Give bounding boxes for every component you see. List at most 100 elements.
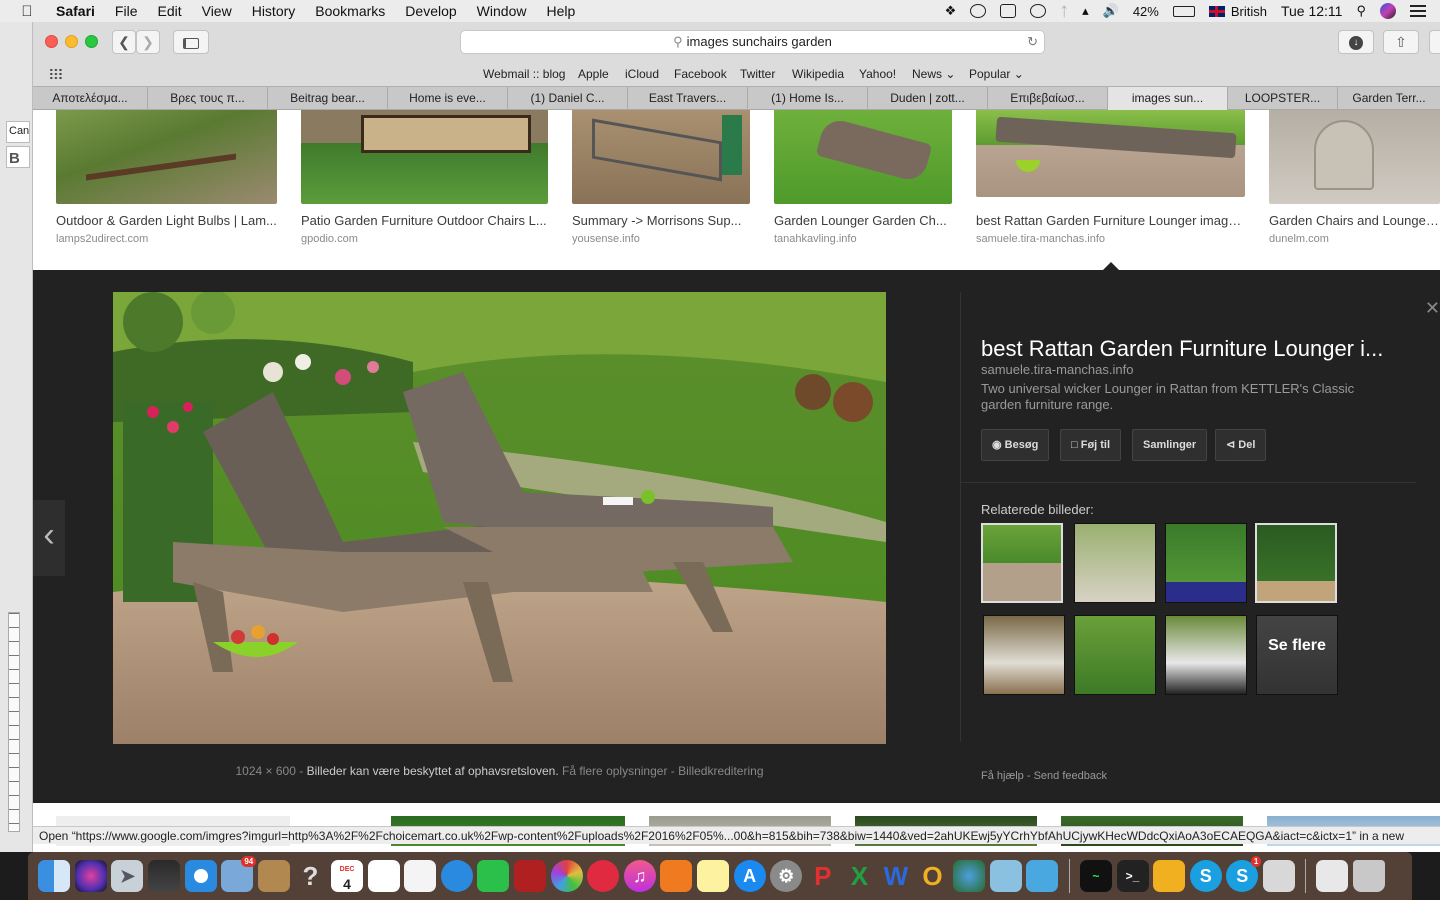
launchpad-icon[interactable]: ➤ [111,860,144,892]
result-title[interactable]: best Rattan Garden Furniture Lounger ima… [976,213,1245,228]
panel-source[interactable]: samuele.tira-manchas.info [981,362,1133,377]
menu-bookmarks[interactable]: Bookmarks [305,3,395,19]
result-image[interactable] [1269,110,1440,204]
tab-10-active[interactable]: images sun... [1108,87,1228,110]
more-info-link[interactable]: Få flere oplysninger [562,764,667,778]
help-link[interactable]: Få hjælp [981,770,1024,782]
see-more-related[interactable]: Se flere [1256,615,1338,695]
photo-booth-icon[interactable] [514,860,547,892]
music-icon[interactable]: ♫ [623,860,656,892]
close-window-button[interactable] [45,35,58,48]
terminal-icon[interactable]: >_ [1116,860,1149,892]
mail-icon[interactable]: 94 [221,856,257,892]
result-title[interactable]: Patio Garden Furniture Outdoor Chairs L.… [301,213,548,228]
dropbox-icon[interactable]: ❖ [945,3,957,19]
address-bar[interactable]: ⚲ images sunchairs garden ↻ [460,30,1045,54]
tab-7[interactable]: (1) Home Is... [748,87,868,110]
top-sites-grid-icon[interactable] [49,68,63,80]
tab-11[interactable]: LOOPSTER... [1228,87,1338,110]
favorite-icloud[interactable]: iCloud [625,67,659,81]
siri-icon[interactable] [1380,3,1396,19]
result-card[interactable]: Summary -> Morrisons Sup... yousense.inf… [572,110,750,245]
menu-help[interactable]: Help [536,3,585,19]
downloads-stack-icon[interactable] [1316,860,1349,892]
spotlight-search-icon[interactable]: ⚲ [1356,3,1366,19]
result-card[interactable]: Garden Chairs and Lounger... dunelm.com [1269,110,1440,245]
favorite-news-folder[interactable]: News ⌄ [912,67,955,81]
zoom-window-button[interactable] [85,35,98,48]
tab-4[interactable]: Home is eve... [388,87,508,110]
contacts-icon[interactable] [257,860,290,892]
app-store-icon[interactable]: A [733,860,766,892]
preview-icon[interactable] [989,860,1022,892]
powerpoint-icon[interactable]: P [807,860,839,892]
forward-button[interactable]: ❯ [136,30,160,54]
save-button[interactable]: □ Føj til [1060,429,1122,461]
close-panel-icon[interactable]: ✕ [1425,298,1440,319]
bluetooth-icon[interactable]: ᛏ [1060,4,1068,19]
outlook-icon[interactable]: O [917,860,949,892]
reminders-icon[interactable] [404,860,437,892]
tab-2[interactable]: Βρες τους π... [148,87,268,110]
new-tab-button[interactable] [1429,30,1440,54]
tab-8[interactable]: Duden | zott... [868,87,988,110]
favorite-yahoo[interactable]: Yahoo! [859,67,896,81]
favorite-wikipedia[interactable]: Wikipedia [792,67,844,81]
skype-icon[interactable]: S [1189,860,1222,892]
related-image[interactable] [1255,523,1337,603]
tab-12[interactable]: Garden Terr... [1338,87,1440,110]
reload-icon[interactable]: ↻ [1027,31,1038,53]
favorite-twitter[interactable]: Twitter [740,67,775,81]
menu-app-name[interactable]: Safari [46,3,105,19]
tab-1[interactable]: Αποτελέσμα... [33,87,148,110]
activity-monitor-icon[interactable]: ~ [1079,860,1112,892]
messages-blue-icon[interactable] [440,860,473,892]
result-title[interactable]: Summary -> Morrisons Sup... [572,213,750,228]
photos-app-icon[interactable] [367,860,400,892]
clock[interactable]: Tue 12:11 [1281,3,1343,19]
menu-develop[interactable]: Develop [395,3,466,19]
menu-edit[interactable]: Edit [147,3,191,19]
result-image[interactable] [56,110,277,204]
background-bold-button[interactable]: B [6,146,30,168]
excel-icon[interactable]: X [843,860,875,892]
minimize-window-button[interactable] [65,35,78,48]
result-card[interactable]: Patio Garden Furniture Outdoor Chairs L.… [301,110,548,245]
favorite-apple[interactable]: Apple [578,67,609,81]
window-status-icon[interactable] [1000,4,1017,18]
checkmark-status-icon[interactable] [970,4,987,18]
battery-icon[interactable] [1172,5,1195,17]
result-title[interactable]: Garden Chairs and Lounger... [1269,213,1440,228]
trash-icon[interactable] [1353,860,1386,892]
finder-icon[interactable] [38,860,71,892]
system-preferences-icon[interactable]: ⚙ [770,860,803,892]
result-image[interactable] [976,110,1245,197]
related-image[interactable] [1165,615,1247,695]
stickies-icon[interactable] [696,860,729,892]
feedback-link[interactable]: Send feedback [1034,770,1107,782]
siri-dock-icon[interactable] [74,860,107,892]
visit-button[interactable]: ◉ Besøg [981,429,1050,461]
favorite-facebook[interactable]: Facebook [674,67,727,81]
mission-control-icon[interactable] [148,860,181,892]
related-image[interactable] [1074,523,1156,603]
result-image[interactable] [774,110,952,204]
related-image[interactable] [1074,615,1156,695]
safari-dock-icon[interactable] [184,860,217,892]
image-capture-icon[interactable] [1262,860,1295,892]
favorite-webmail[interactable]: Webmail :: blog [483,67,565,81]
photos-icon[interactable] [550,860,583,892]
favorite-popular-folder[interactable]: Popular ⌄ [969,67,1024,81]
apple-menu-icon[interactable]:  [18,3,36,20]
cyberduck-icon[interactable] [1153,860,1186,892]
facetime-icon[interactable] [477,860,510,892]
result-card[interactable]: Garden Lounger Garden Ch... tanahkavling… [774,110,952,245]
input-source-label[interactable]: British [1231,4,1267,19]
globe-app-icon[interactable] [953,860,986,892]
panel-title[interactable]: best Rattan Garden Furniture Lounger i..… [981,336,1401,362]
word-icon[interactable]: W [880,860,912,892]
menu-history[interactable]: History [242,3,306,19]
migration-icon[interactable] [1026,860,1059,892]
sidebar-toggle-button[interactable] [173,30,209,54]
time-machine-icon[interactable] [1030,4,1047,18]
